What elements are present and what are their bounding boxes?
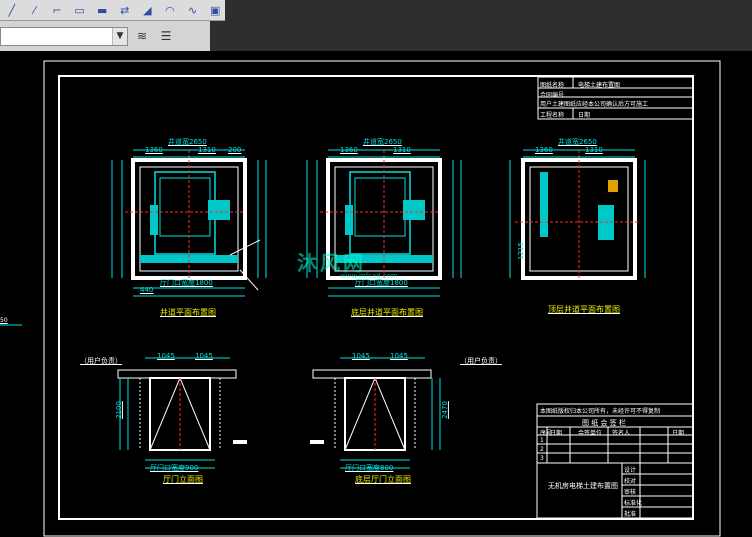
plan3-1215: 1215 bbox=[516, 242, 525, 260]
text-style-icon[interactable]: ≋ bbox=[132, 27, 152, 45]
tb-col-2: 会签单位 bbox=[578, 430, 603, 437]
layer-toolbar: ▼ ≋ ☰ bbox=[0, 21, 210, 51]
shade-icon[interactable]: ◢ bbox=[138, 2, 158, 19]
tb-side-2: 审核 bbox=[624, 489, 637, 496]
toolbar-background bbox=[225, 0, 752, 21]
tb-row-3: 3 bbox=[540, 455, 544, 462]
layer-combo[interactable]: ▼ bbox=[0, 26, 128, 46]
plan2-top-right: 1310 bbox=[393, 146, 411, 154]
elev1-title: 厅门立面图 bbox=[163, 475, 203, 484]
tb-top-row4a: 工程名称 bbox=[540, 112, 565, 119]
rectangle-icon[interactable]: ▭ bbox=[70, 2, 90, 19]
tb-top-row3: 用户土建图纸应经本公司确认后方可施工 bbox=[540, 101, 649, 108]
tb-drawing-name: 无机房电梯土建布置图 bbox=[548, 482, 618, 490]
plan1-top-left: 1360 bbox=[145, 146, 163, 154]
tb-bottom-header: 本图纸版权归本公司所有，未经许可不得复制 bbox=[540, 408, 661, 415]
polyline-icon[interactable]: ⌐ bbox=[47, 2, 67, 19]
tb-top-row2: 合同编号 bbox=[540, 92, 565, 99]
tb-col-3: 签名人 bbox=[612, 430, 631, 437]
tb-side-0: 设计 bbox=[624, 467, 637, 474]
tb-top-row1b: 电梯土建布置图 bbox=[578, 82, 621, 89]
plan1-bottom-dim: 厅门口宽度1800 bbox=[160, 279, 213, 287]
plan3-top-left: 1360 bbox=[535, 146, 553, 154]
tb-col-1: 日期 bbox=[550, 430, 563, 437]
watermark-url: www.mfcad.com bbox=[340, 272, 398, 280]
tb-side-3: 标准化 bbox=[624, 500, 643, 507]
line-icon[interactable]: ╱ bbox=[2, 2, 22, 19]
elev1-note: （用户负责） bbox=[80, 357, 122, 365]
dim-style-icon[interactable]: ☰ bbox=[156, 27, 176, 45]
elev1-bottom-dim: 厅门口宽度900 bbox=[150, 464, 199, 472]
elev1-dim-right: 1045 bbox=[195, 352, 213, 360]
elev2-dim-right: 1045 bbox=[390, 352, 408, 360]
elev1-2100: 2100 bbox=[114, 401, 123, 419]
tb-side-1: 校对 bbox=[624, 478, 637, 485]
plan1-title: 井道平面布置图 bbox=[160, 308, 216, 317]
elevation-view-2 bbox=[310, 357, 441, 469]
elev2-note: （用户负责） bbox=[460, 357, 502, 365]
tb-row-2: 2 bbox=[540, 446, 544, 453]
plan1-top-right: 1310 bbox=[198, 146, 216, 154]
tb-top-row1a: 图纸名称 bbox=[540, 82, 565, 89]
plan3-top-right: 1310 bbox=[585, 146, 603, 154]
tb-bottom-sub: 图 纸 会 签 栏 bbox=[582, 419, 626, 427]
spline-icon[interactable]: ∿ bbox=[183, 2, 203, 19]
plan3-title: 顶层井道平面布置图 bbox=[548, 305, 620, 314]
elev2-title: 底层厅门立面图 bbox=[355, 475, 411, 484]
tb-side-4: 批准 bbox=[624, 511, 637, 518]
box-icon[interactable]: ▣ bbox=[205, 2, 225, 19]
elevation-view-1 bbox=[117, 357, 247, 469]
plan2-title: 底层井道平面布置图 bbox=[351, 308, 423, 317]
elev2-dim-left: 1045 bbox=[352, 352, 370, 360]
plan1-440: 440 bbox=[140, 286, 154, 294]
plan1-top-edge: 200 bbox=[228, 146, 242, 154]
arc-icon[interactable]: ◠ bbox=[160, 2, 180, 19]
draw-toolbar: ╱ ⁄ ⌐ ▭ ▬ ⇄ ◢ ◠ ∿ ▣ bbox=[0, 0, 225, 21]
construction-line-icon[interactable]: ⁄ bbox=[25, 2, 45, 19]
plan2-top-left: 1360 bbox=[340, 146, 358, 154]
drawing-canvas[interactable]: 井道宽2650 1360 1310 200 厅门口宽度1800 440 井道平面… bbox=[0, 51, 752, 537]
elev1-dim-left: 1045 bbox=[157, 352, 175, 360]
chevron-down-icon[interactable]: ▼ bbox=[112, 27, 127, 45]
elev2-bottom-dim: 厅门口宽度800 bbox=[345, 464, 394, 472]
tb-top-row4b: 日期 bbox=[578, 112, 591, 119]
move-icon[interactable]: ⇄ bbox=[115, 2, 135, 19]
plan-view-3 bbox=[509, 149, 646, 280]
tb-col-4: 日期 bbox=[672, 430, 685, 437]
elev2-2470: 2470 bbox=[440, 401, 449, 419]
toolbar-background-2 bbox=[210, 21, 752, 51]
tb-row-1: 1 bbox=[540, 437, 544, 444]
rectangle-alt-icon[interactable]: ▬ bbox=[92, 2, 112, 19]
side-label: 50 bbox=[0, 317, 8, 324]
plan-view-1 bbox=[111, 149, 267, 297]
